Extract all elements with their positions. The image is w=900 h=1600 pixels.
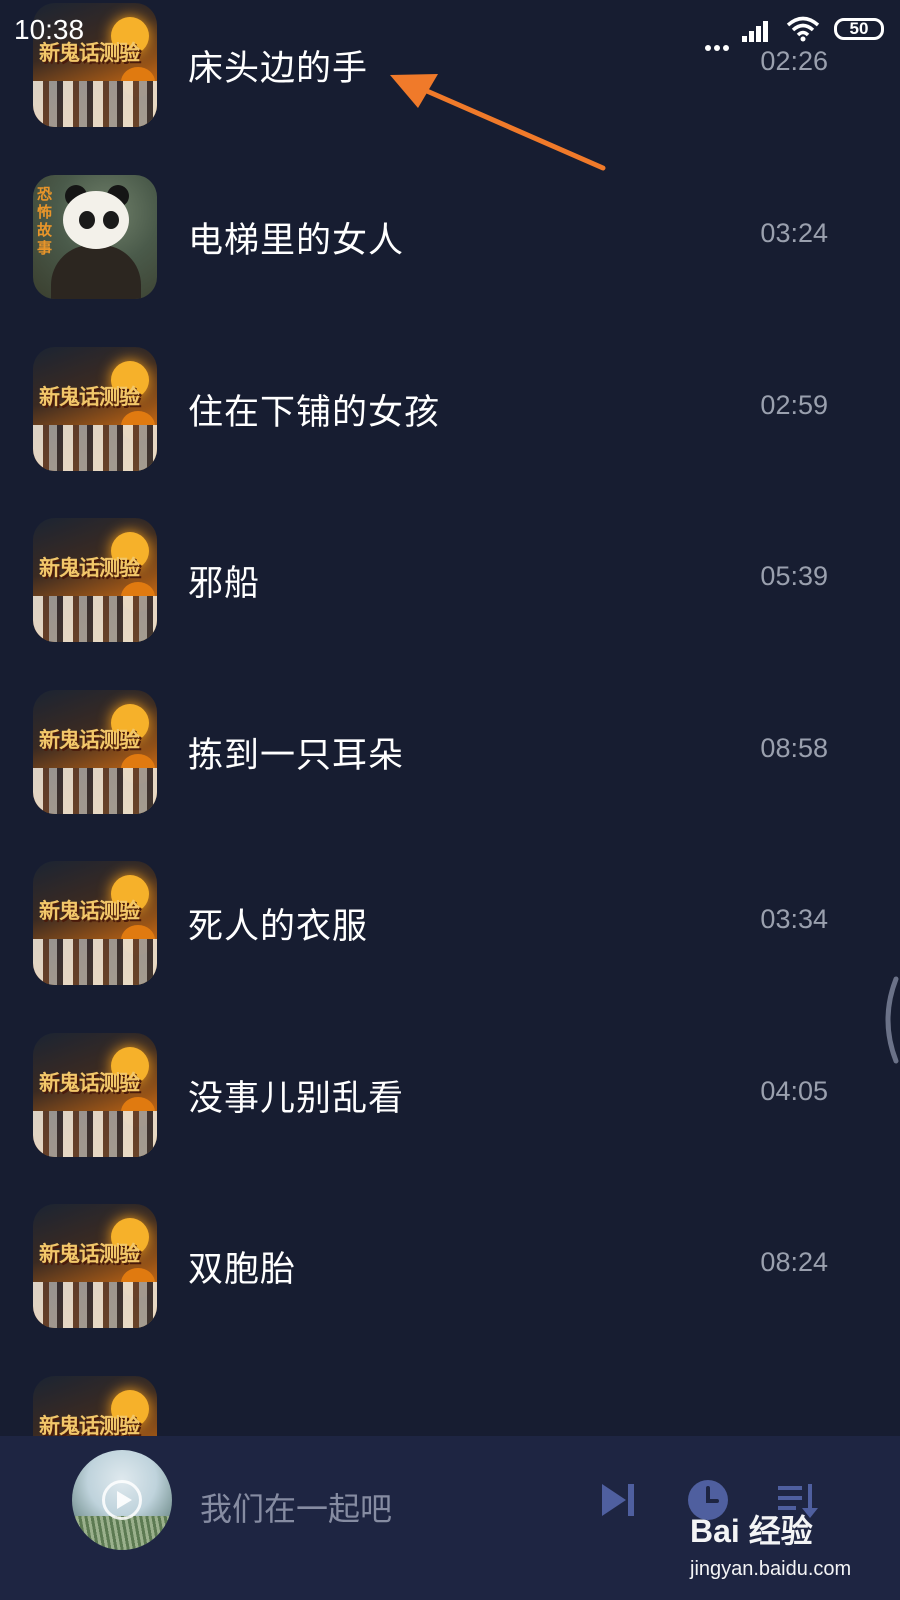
cover-title: 新鬼话测验 <box>39 384 140 409</box>
signal-icon <box>742 21 768 42</box>
track-duration: 05:39 <box>760 561 828 591</box>
track-duration: 04:05 <box>760 1076 828 1106</box>
cover-title: 新鬼话测验 <box>39 898 140 923</box>
scroll-handle[interactable] <box>876 975 900 1065</box>
watermark-brand: Bai 经验 <box>690 1513 813 1549</box>
skip-next-icon[interactable] <box>596 1478 640 1522</box>
track-cover: 新鬼话测验 <box>33 690 157 814</box>
list-item[interactable]: 新鬼话测验 死人的衣服 03:34 <box>0 858 900 1033</box>
play-icon[interactable] <box>102 1480 142 1520</box>
track-duration: 08:58 <box>760 733 828 763</box>
list-item[interactable]: 新鬼话测验 没事儿别乱看 04:05 <box>0 1030 900 1205</box>
status-bar: 10:38 50 <box>0 0 900 60</box>
track-cover: 新鬼话测验 <box>33 1376 157 1436</box>
cover-title: 新鬼话测验 <box>39 1241 140 1266</box>
cover-title: 新鬼话测验 <box>39 1413 140 1436</box>
cover-side-text: 恐怖故事 <box>37 185 53 257</box>
track-cover: 新鬼话测验 <box>33 518 157 642</box>
battery-icon: 50 <box>834 18 884 40</box>
track-duration: 03:34 <box>760 904 828 934</box>
track-title: 拣到一只耳朵 <box>188 736 405 776</box>
list-item[interactable]: 新鬼话测验 邪船 05:39 <box>0 515 900 690</box>
mini-player[interactable]: 我们在一起吧 Bai 经验 jingyan.baidu.com <box>0 1436 900 1600</box>
album-art[interactable] <box>72 1450 172 1550</box>
list-item[interactable]: 恐怖故事 电梯里的女人 03:24 <box>0 172 900 347</box>
cover-title: 新鬼话测验 <box>39 727 140 752</box>
track-cover: 新鬼话测验 <box>33 347 157 471</box>
list-item[interactable]: 新鬼话测验 拣到一只耳朵 08:58 <box>0 687 900 862</box>
watermark-url: jingyan.baidu.com <box>690 1558 852 1580</box>
track-list: 新鬼话测验 床头边的手 02:26 恐怖故事 电梯里的女人 03:24 新鬼话测… <box>0 0 900 1436</box>
track-cover: 新鬼话测验 <box>33 1033 157 1157</box>
more-dots-icon <box>705 36 732 55</box>
track-title: 电梯里的女人 <box>188 221 405 261</box>
track-title: 住在下铺的女孩 <box>188 393 441 433</box>
track-title: 没事儿别乱看 <box>188 1079 405 1119</box>
track-duration: 02:59 <box>760 390 828 420</box>
cover-title: 新鬼话测验 <box>39 1070 140 1095</box>
list-item[interactable]: 新鬼话测验 <box>0 1373 900 1436</box>
track-title: 双胞胎 <box>188 1250 297 1290</box>
list-item[interactable]: 新鬼话测验 住在下铺的女孩 02:59 <box>0 344 900 519</box>
list-item[interactable]: 新鬼话测验 双胞胎 08:24 <box>0 1201 900 1376</box>
track-duration: 03:24 <box>760 218 828 248</box>
now-playing-title[interactable]: 我们在一起吧 <box>200 1484 392 1530</box>
track-title: 死人的衣服 <box>188 907 369 947</box>
cover-title: 新鬼话测验 <box>39 555 140 580</box>
track-cover: 新鬼话测验 <box>33 1204 157 1328</box>
track-cover: 新鬼话测验 <box>33 861 157 985</box>
track-duration: 08:24 <box>760 1247 828 1277</box>
battery-level: 50 <box>849 19 869 38</box>
track-title: 邪船 <box>188 564 261 604</box>
status-time: 10:38 <box>14 14 85 45</box>
wifi-icon <box>786 16 820 42</box>
watermark: Bai 经验 jingyan.baidu.com <box>690 1506 890 1596</box>
track-cover: 恐怖故事 <box>33 175 157 299</box>
